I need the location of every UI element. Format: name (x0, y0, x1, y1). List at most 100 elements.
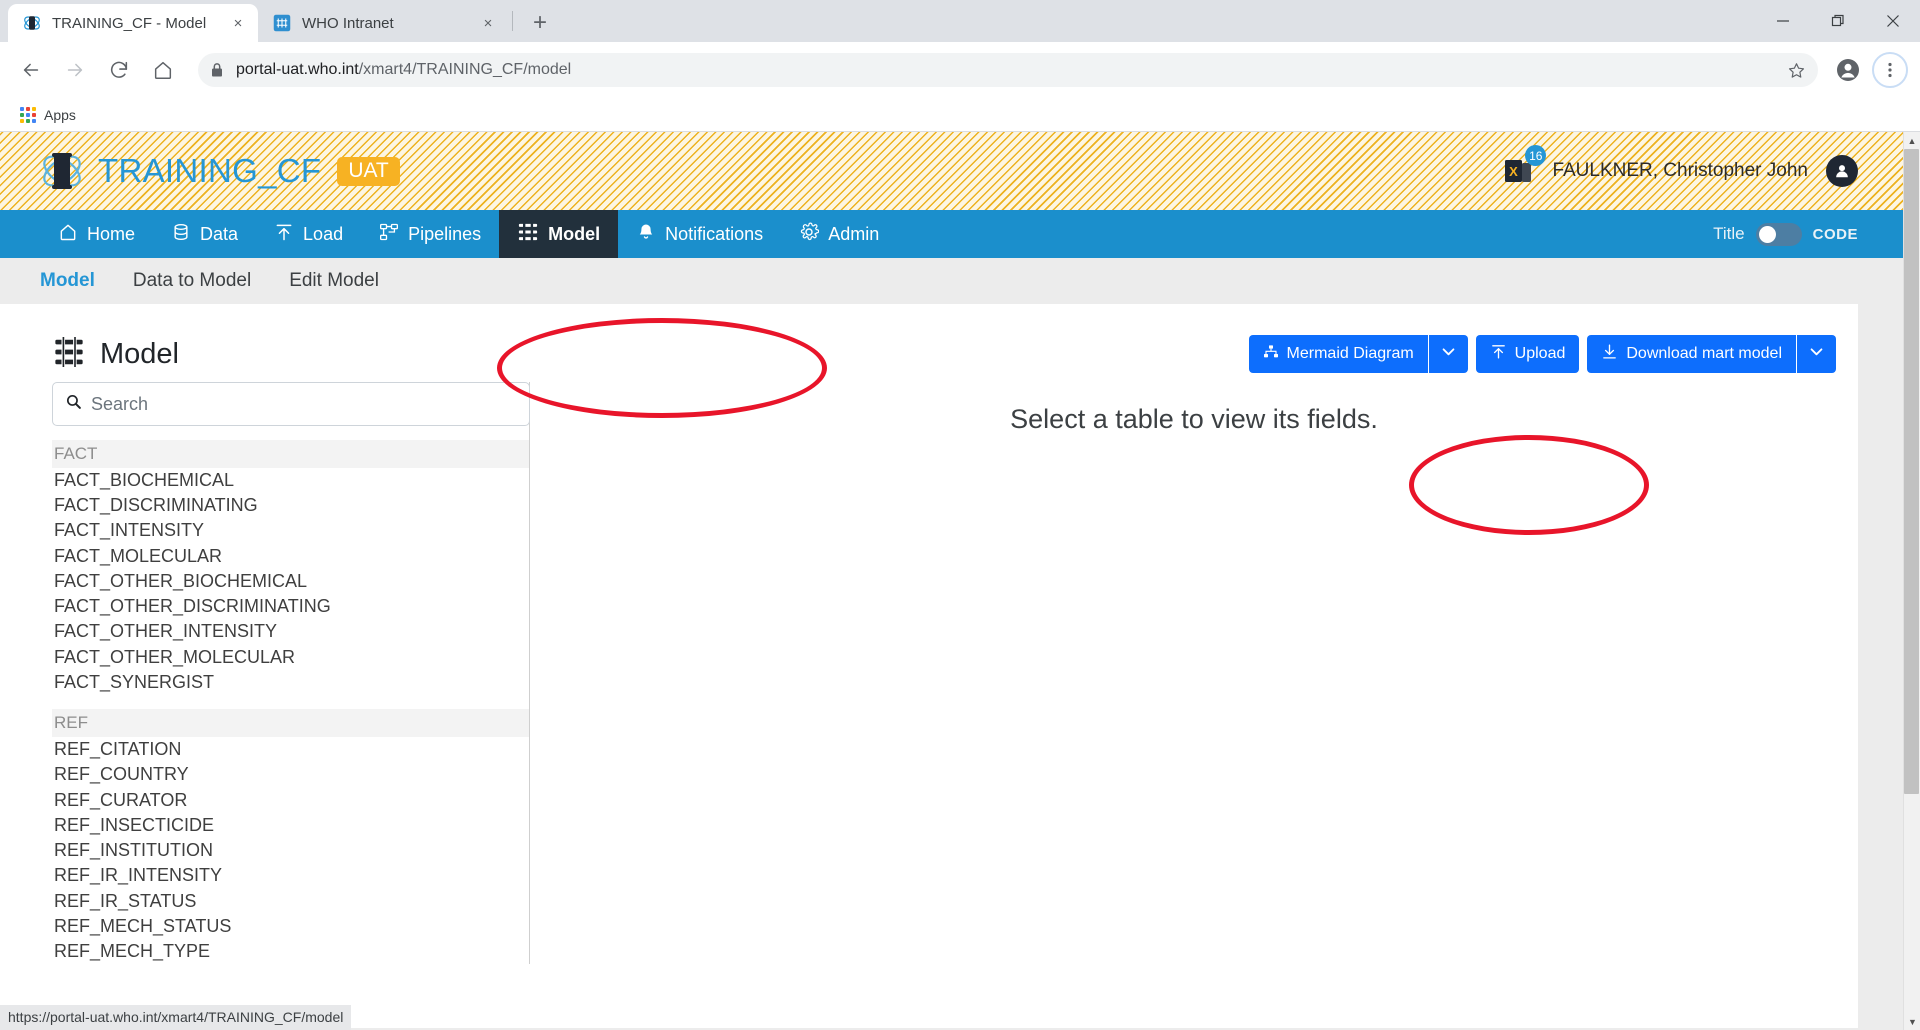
address-bar[interactable]: portal-uat.who.int/xmart4/TRAINING_CF/mo… (198, 53, 1818, 87)
browser-tab-active[interactable]: TRAINING_CF - Model × (8, 4, 258, 42)
scroll-down-arrow-icon[interactable]: ▼ (1904, 1013, 1920, 1030)
reload-icon[interactable] (100, 51, 138, 89)
minimize-icon[interactable] (1755, 0, 1810, 42)
browser-tab-title: TRAINING_CF - Model (52, 15, 220, 32)
bookmark-star-icon[interactable] (1787, 61, 1806, 80)
home-icon (58, 222, 78, 247)
scroll-up-arrow-icon[interactable]: ▲ (1904, 132, 1920, 149)
list-item[interactable]: FACT_INTENSITY (52, 518, 529, 543)
list-item[interactable]: FACT_OTHER_MOLECULAR (52, 645, 529, 670)
page-scrollbar-thumb[interactable] (1904, 149, 1919, 794)
mermaid-diagram-button-group: Mermaid Diagram (1249, 335, 1468, 373)
download-mart-model-button[interactable]: Download mart model (1587, 335, 1796, 373)
nav-item-load[interactable]: Load (256, 210, 361, 258)
nav-item-admin[interactable]: Admin (781, 210, 897, 258)
user-name-label: FAULKNER, Christopher John (1552, 160, 1808, 182)
nav-item-notifications[interactable]: Notifications (618, 210, 781, 258)
list-item[interactable]: REF_INSTITUTION (52, 838, 529, 863)
database-icon (171, 222, 191, 247)
app-header: TRAINING_CF UAT X 16 FAULKNER, Christoph… (0, 132, 1920, 210)
nav-item-label: Model (548, 224, 600, 245)
list-item[interactable]: REF_INSECTICIDE (52, 813, 529, 838)
nav-item-home[interactable]: Home (40, 210, 153, 258)
list-item[interactable]: FACT_SYNERGIST (52, 670, 529, 695)
back-icon[interactable] (12, 51, 50, 89)
upload-arrow-icon (274, 222, 294, 247)
new-tab-button[interactable]: + (523, 6, 557, 40)
url-path: /xmart4/TRAINING_CF/model (359, 61, 571, 79)
nav-item-model[interactable]: Model (499, 210, 618, 258)
apps-grid-icon (20, 107, 36, 123)
list-item[interactable]: FACT_BIOCHEMICAL (52, 468, 529, 493)
upload-arrow-icon (1490, 343, 1507, 365)
maximize-icon[interactable] (1810, 0, 1865, 42)
nav-item-data[interactable]: Data (153, 210, 256, 258)
pipeline-icon (379, 222, 399, 247)
list-item[interactable]: FACT_MOLECULAR (52, 544, 529, 569)
download-mart-model-button-group: Download mart model (1587, 335, 1836, 373)
list-item[interactable]: FACT_OTHER_DISCRIMINATING (52, 594, 529, 619)
tab-model[interactable]: Model (40, 270, 95, 292)
page-title: TRAINING_CF (98, 152, 321, 190)
browser-tab-strip: TRAINING_CF - Model × WHO Intranet × + (0, 0, 1920, 42)
close-icon[interactable]: × (478, 13, 498, 33)
nav-item-label: Load (303, 224, 343, 245)
table-group-header-fact: FACT (52, 440, 529, 468)
status-bar-link-preview: https://portal-uat.who.int/xmart4/TRAINI… (0, 1005, 351, 1030)
nav-item-label: Admin (828, 224, 879, 245)
excel-export-icon[interactable]: X 16 (1502, 154, 1536, 188)
title-code-toggle[interactable] (1756, 223, 1802, 246)
list-item[interactable]: REF_MECH_TYPE (52, 939, 529, 964)
browser-toolbar: portal-uat.who.int/xmart4/TRAINING_CF/mo… (0, 42, 1920, 98)
toggle-label-code: CODE (1813, 226, 1858, 243)
button-label: Download mart model (1626, 345, 1782, 363)
notification-count-badge: 16 (1525, 145, 1546, 166)
nav-item-label: Pipelines (408, 224, 481, 245)
bookmark-item-apps[interactable]: Apps (14, 104, 82, 126)
list-item[interactable]: REF_COUNTRY (52, 762, 529, 787)
browser-profile-icon[interactable] (1832, 54, 1864, 86)
list-item[interactable]: REF_MECH_STATUS (52, 914, 529, 939)
toggle-label-title: Title (1713, 224, 1745, 244)
browser-menu-icon[interactable] (1872, 52, 1908, 88)
list-item[interactable]: REF_IR_INTENSITY (52, 863, 529, 888)
bookmark-label: Apps (44, 107, 76, 123)
list-item[interactable]: FACT_OTHER_BIOCHEMICAL (52, 569, 529, 594)
table-group-header-ref: REF (52, 709, 529, 737)
bell-icon (636, 222, 656, 247)
xmart-logo-icon (22, 13, 42, 33)
list-item[interactable]: FACT_OTHER_INTENSITY (52, 619, 529, 644)
upload-button[interactable]: Upload (1476, 335, 1580, 373)
toggle-knob (1759, 226, 1776, 243)
search-input[interactable]: Search (52, 382, 530, 426)
tab-edit-model[interactable]: Edit Model (289, 270, 379, 292)
list-item[interactable]: REF_CITATION (52, 737, 529, 762)
close-icon[interactable] (1865, 0, 1920, 42)
title-code-toggle-group: Title CODE (1713, 210, 1920, 258)
sub-navigation: Model Data to Model Edit Model (0, 258, 1920, 304)
list-item[interactable]: REF_CURATOR (52, 788, 529, 813)
forward-icon[interactable] (56, 51, 94, 89)
page-scrollbar-track[interactable]: ▲ ▼ (1903, 132, 1920, 1030)
who-intranet-icon (272, 13, 292, 33)
environment-badge: UAT (337, 157, 399, 186)
model-content-card: Model Mermaid Diagram (0, 304, 1858, 1028)
tab-data-to-model[interactable]: Data to Model (133, 270, 251, 292)
download-mart-model-dropdown-toggle[interactable] (1797, 335, 1836, 373)
user-avatar-icon[interactable] (1826, 155, 1858, 187)
mermaid-diagram-button[interactable]: Mermaid Diagram (1249, 335, 1428, 373)
nav-item-label: Home (87, 224, 135, 245)
home-icon[interactable] (144, 51, 182, 89)
list-item[interactable]: REF_IR_STATUS (52, 889, 529, 914)
download-arrow-icon (1601, 343, 1618, 365)
card-title: Model (100, 338, 179, 371)
nav-item-pipelines[interactable]: Pipelines (361, 210, 499, 258)
close-icon[interactable]: × (228, 13, 248, 33)
card-header: Model Mermaid Diagram (0, 304, 1858, 382)
card-body: Search FACT FACT_BIOCHEMICAL FACT_DISCRI… (0, 382, 1858, 964)
button-label: Mermaid Diagram (1287, 345, 1414, 363)
browser-tab-inactive[interactable]: WHO Intranet × (258, 4, 508, 42)
bookmarks-bar: Apps (0, 98, 1920, 132)
list-item[interactable]: FACT_DISCRIMINATING (52, 493, 529, 518)
mermaid-diagram-dropdown-toggle[interactable] (1429, 335, 1468, 373)
